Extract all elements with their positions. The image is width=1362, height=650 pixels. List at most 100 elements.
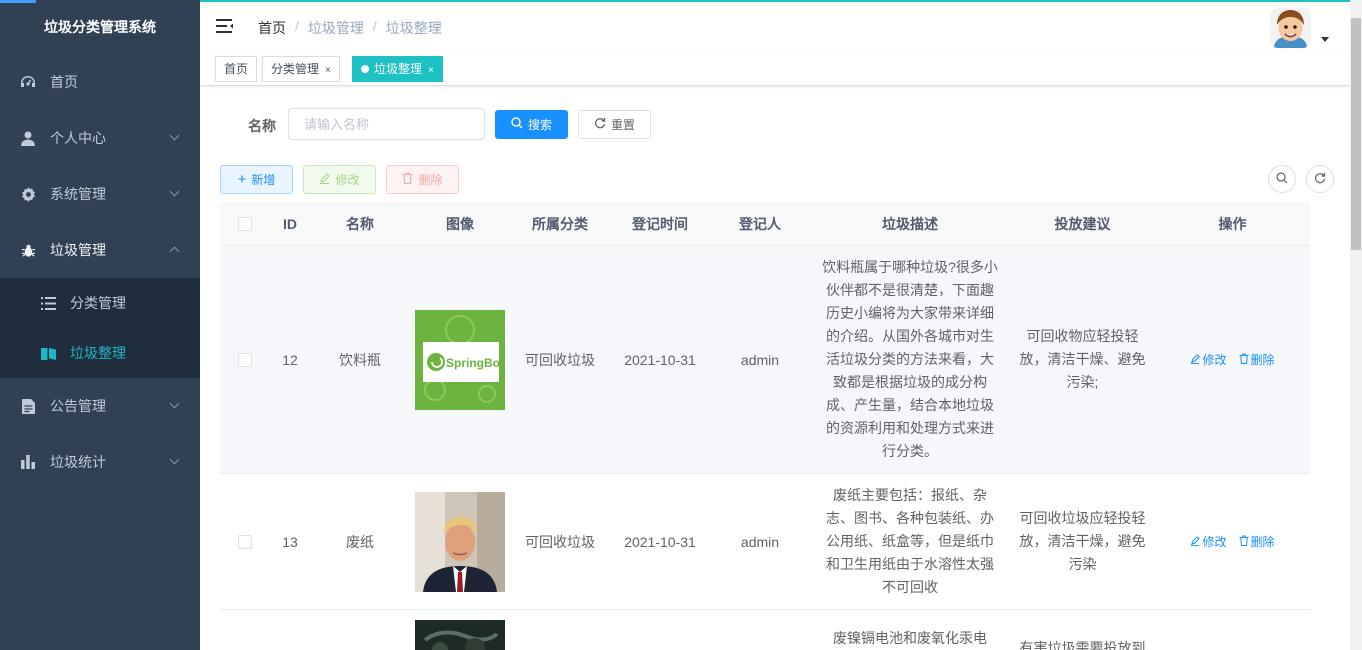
sidebar-item-label: 垃圾管理 xyxy=(50,242,106,258)
sidebar-item-stats[interactable]: 垃圾统计 xyxy=(0,434,200,490)
table-row[interactable]: 12 饮料瓶 SpringBoot 可回收垃圾 2021-10-31 admin… xyxy=(220,246,1310,474)
advice-text: 可回收垃圾应轻投轻放，清洁干燥，避免污染 xyxy=(1019,510,1146,572)
reset-button[interactable]: 重置 xyxy=(578,110,651,139)
cell-desc: 废纸主要包括：报纸、杂志、图书、各种包装纸、办公用纸、纸盒等，但是纸巾和卫生用纸… xyxy=(810,484,1010,599)
sidebar-item-home[interactable]: 首页 xyxy=(0,54,200,110)
row-delete-button[interactable]: 删除 xyxy=(1238,533,1275,550)
search-button[interactable]: 搜索 xyxy=(495,110,568,139)
cell-id: 13 xyxy=(282,533,298,550)
table-header: ID 名称 图像 所属分类 登记时间 登记人 垃圾描述 投放建议 操作 xyxy=(220,202,1310,246)
cell-category: 可回收垃圾 xyxy=(525,351,595,368)
close-icon[interactable]: × xyxy=(325,65,331,76)
header-category: 所属分类 xyxy=(532,215,588,232)
sidebar: 垃圾分类管理系统 首页 个人中心 系统管理 垃圾管理 分类管理 垃圾整理 公告管… xyxy=(0,0,200,650)
row-edit-button[interactable]: 修改 xyxy=(1190,533,1227,550)
chevron-down-icon xyxy=(169,130,180,141)
tag-label: 分类管理 xyxy=(271,62,320,76)
garbage-table: ID 名称 图像 所属分类 登记时间 登记人 垃圾描述 投放建议 操作 12 饮… xyxy=(220,202,1310,650)
row-delete-button[interactable]: 删除 xyxy=(1238,351,1275,368)
hamburger-icon[interactable] xyxy=(216,18,234,34)
edit-icon xyxy=(1190,535,1201,549)
plus-icon: + xyxy=(237,170,247,188)
sidebar-item-label: 个人中心 xyxy=(50,130,106,146)
springboot-image[interactable]: SpringBoot xyxy=(415,309,505,410)
delete-button[interactable]: 删除 xyxy=(386,165,459,194)
battery-image[interactable] xyxy=(415,620,505,650)
desc-text: 废纸主要包括：报纸、杂志、图书、各种包装纸、办公用纸、纸盒等，但是纸巾和卫生用纸… xyxy=(826,487,994,595)
breadcrumb-separator: / xyxy=(295,18,299,34)
tag-garbage-sort[interactable]: 垃圾整理 × xyxy=(352,56,443,82)
sidebar-item-garbage-sort[interactable]: 垃圾整理 xyxy=(0,328,200,378)
chevron-down-icon xyxy=(169,186,180,197)
navbar: 首页 / 垃圾管理 / 垃圾整理 xyxy=(200,2,1350,52)
sidebar-item-label: 系统管理 xyxy=(50,186,106,202)
cell-user: admin xyxy=(740,351,780,368)
reset-button-label: 重置 xyxy=(610,118,635,132)
bar-chart-icon xyxy=(20,454,36,470)
edit-button[interactable]: 修改 xyxy=(303,165,376,194)
page-scrollbar[interactable] xyxy=(1350,0,1362,650)
header-actions: 操作 xyxy=(1218,215,1247,232)
main-area: 首页 / 垃圾管理 / 垃圾整理 首页 分类管理 × 垃圾整理 × 名称 请输入… xyxy=(200,0,1350,650)
breadcrumb: 首页 / 垃圾管理 / 垃圾整理 xyxy=(258,18,442,38)
close-icon[interactable]: × xyxy=(428,65,434,76)
tag-label: 垃圾整理 xyxy=(374,62,423,76)
caret-down-icon[interactable] xyxy=(1321,37,1329,42)
sidebar-item-garbage[interactable]: 垃圾管理 xyxy=(0,222,200,278)
table-row[interactable]: 废镍镉电池和废氧化汞电 有害垃圾需要投放到 xyxy=(220,610,1310,650)
cell-name: 废纸 xyxy=(346,533,374,550)
cell-advice: 可回收物应轻投轻放，清洁干燥、避免污染; xyxy=(1010,325,1155,394)
row-edit-label: 修改 xyxy=(1202,535,1227,549)
trash-icon xyxy=(402,172,413,187)
toggle-search-button[interactable] xyxy=(1268,165,1296,193)
row-checkbox-cell xyxy=(220,352,270,367)
add-button[interactable]: + 新增 xyxy=(220,165,293,194)
row-checkbox[interactable] xyxy=(238,352,252,367)
tag-label: 首页 xyxy=(224,62,249,76)
springboot-logo-text: SpringBoot xyxy=(446,356,505,370)
chevron-down-icon xyxy=(169,454,180,465)
edit-button-label: 修改 xyxy=(335,173,360,187)
advice-text: 有害垃圾需要投放到 xyxy=(1019,640,1146,650)
cell-image: SpringBoot xyxy=(410,309,510,410)
portrait-image[interactable] xyxy=(415,491,505,592)
sidebar-item-profile[interactable]: 个人中心 xyxy=(0,110,200,166)
row-checkbox[interactable] xyxy=(238,534,252,549)
cell-category: 可回收垃圾 xyxy=(525,533,595,550)
sidebar-item-system[interactable]: 系统管理 xyxy=(0,166,200,222)
breadcrumb-home[interactable]: 首页 xyxy=(258,18,286,38)
sidebar-item-notice[interactable]: 公告管理 xyxy=(0,378,200,434)
search-icon xyxy=(511,117,523,132)
search-input[interactable] xyxy=(288,108,485,140)
name-label: 名称 xyxy=(248,118,276,134)
gear-icon xyxy=(20,186,36,202)
refresh-icon xyxy=(1314,171,1326,187)
cell-id: 12 xyxy=(282,351,298,368)
header-image: 图像 xyxy=(446,215,474,232)
breadcrumb-item: 垃圾管理 xyxy=(307,20,364,36)
trash-icon xyxy=(1238,352,1249,367)
breadcrumb-separator: / xyxy=(372,18,377,34)
edit-icon xyxy=(1190,353,1201,367)
avatar[interactable] xyxy=(1270,8,1311,48)
app-title: 垃圾分类管理系统 xyxy=(44,19,156,35)
row-edit-button[interactable]: 修改 xyxy=(1190,351,1227,368)
edit-icon xyxy=(319,172,331,187)
cell-name: 饮料瓶 xyxy=(339,351,381,368)
tag-category[interactable]: 分类管理 × xyxy=(262,56,340,82)
cell-image xyxy=(410,610,510,650)
cell-advice: 有害垃圾需要投放到 xyxy=(1010,610,1155,650)
row-checkbox-cell xyxy=(220,534,270,549)
document-icon xyxy=(20,398,36,414)
breadcrumb-current: 垃圾整理 xyxy=(385,20,442,36)
refresh-button[interactable] xyxy=(1306,165,1334,193)
header-id: ID xyxy=(283,215,297,232)
bug-icon xyxy=(20,242,36,258)
cell-user: admin xyxy=(740,533,780,550)
scrollbar-thumb[interactable] xyxy=(1351,18,1361,250)
sidebar-item-category[interactable]: 分类管理 xyxy=(0,278,200,328)
table-row[interactable]: 13 废纸 可回收垃圾 2021-10-31 admin 废纸主要包括：报纸、杂… xyxy=(220,474,1310,610)
select-all-checkbox[interactable] xyxy=(238,216,252,231)
tag-home[interactable]: 首页 xyxy=(215,56,258,82)
cell-image xyxy=(410,491,510,592)
